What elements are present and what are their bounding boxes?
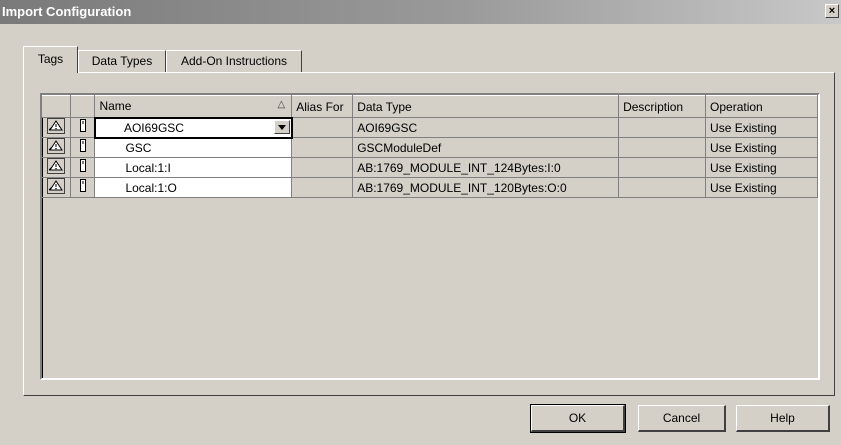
- sort-ascending-icon: △: [277, 99, 286, 111]
- row-type-cell: [70, 157, 96, 178]
- close-icon: ×: [828, 5, 836, 17]
- name-cell[interactable]: AOI69GSC: [93, 116, 293, 139]
- close-button[interactable]: ×: [825, 4, 839, 18]
- tag-icon: [78, 138, 88, 157]
- alias-for-cell[interactable]: [291, 137, 354, 158]
- table-row[interactable]: Local:1:I AB:1769_MODULE_INT_124Bytes:I:0…: [42, 157, 818, 178]
- description-cell[interactable]: [618, 177, 707, 198]
- col-header-name[interactable]: Name △: [94, 95, 293, 118]
- col-header-description[interactable]: Description: [618, 95, 707, 118]
- alias-for-cell[interactable]: [291, 157, 354, 178]
- name-cell[interactable]: Local:1:O: [94, 177, 293, 198]
- col-header-alias-for[interactable]: Alias For: [291, 95, 354, 118]
- row-type-cell: [70, 177, 96, 198]
- row-status-cell: [42, 177, 72, 198]
- table-row[interactable]: AOI69GSC AOI69GSC Use Existing: [42, 116, 818, 139]
- operation-cell[interactable]: Use Existing: [705, 137, 818, 158]
- name-value: Local:1:I: [125, 160, 171, 175]
- tab-data-types[interactable]: Data Types: [78, 50, 166, 72]
- warning-link-icon: [47, 178, 66, 197]
- warning-link-icon: [47, 118, 66, 137]
- tab-add-on-instructions[interactable]: Add-On Instructions: [166, 50, 302, 72]
- description-cell[interactable]: [618, 117, 707, 138]
- description-cell[interactable]: [618, 157, 707, 178]
- tags-grid[interactable]: Name △ Alias For Data Type Description O…: [40, 93, 820, 380]
- help-button-label: Help: [770, 411, 795, 425]
- tab-tags[interactable]: Tags: [23, 46, 78, 73]
- row-type-cell: [70, 117, 96, 138]
- data-type-cell[interactable]: AB:1769_MODULE_INT_120Bytes:O:0: [352, 177, 620, 198]
- tag-icon: [78, 178, 88, 197]
- chevron-down-icon[interactable]: [273, 119, 290, 134]
- col-header-name-label: Name: [99, 99, 132, 114]
- ok-button[interactable]: OK: [530, 404, 626, 433]
- window-title: Import Configuration: [2, 4, 132, 19]
- row-status-cell: [42, 117, 72, 138]
- name-cell[interactable]: Local:1:I: [94, 157, 293, 178]
- alias-for-cell[interactable]: [291, 177, 354, 198]
- ok-button-label: OK: [568, 411, 587, 425]
- title-bar: Import Configuration ×: [0, 0, 841, 24]
- tags-table: Name △ Alias For Data Type Description O…: [42, 95, 818, 198]
- warning-link-icon: [47, 158, 66, 177]
- col-header-icon2: [70, 95, 96, 118]
- help-button[interactable]: Help: [736, 405, 830, 432]
- cancel-button-label: Cancel: [662, 411, 701, 425]
- cancel-button[interactable]: Cancel: [638, 405, 726, 432]
- warning-link-icon: [47, 138, 66, 157]
- alias-for-cell[interactable]: [291, 117, 354, 138]
- tag-icon: [78, 158, 88, 177]
- row-status-cell: [42, 157, 72, 178]
- data-type-cell[interactable]: AB:1769_MODULE_INT_124Bytes:I:0: [352, 157, 620, 178]
- name-value: GSC: [125, 140, 152, 155]
- col-header-icon: [42, 95, 72, 118]
- operation-cell[interactable]: Use Existing: [705, 157, 818, 178]
- table-row[interactable]: GSC GSCModuleDef Use Existing: [42, 137, 818, 158]
- tab-label: Add-On Instructions: [180, 54, 288, 68]
- name-cell[interactable]: GSC: [94, 137, 293, 158]
- table-row[interactable]: Local:1:O AB:1769_MODULE_INT_120Bytes:O:0…: [42, 177, 818, 198]
- data-type-cell[interactable]: AOI69GSC: [352, 117, 620, 138]
- operation-cell[interactable]: Use Existing: [705, 177, 818, 198]
- name-value: Local:1:O: [125, 180, 177, 195]
- col-header-data-type[interactable]: Data Type: [352, 95, 620, 118]
- tab-label: Data Types: [91, 54, 153, 68]
- description-cell[interactable]: [618, 137, 707, 158]
- name-value: AOI69GSC: [123, 120, 184, 135]
- tag-icon: [78, 118, 88, 137]
- data-type-cell[interactable]: GSCModuleDef: [352, 137, 620, 158]
- row-type-cell: [70, 137, 96, 158]
- row-status-cell: [42, 137, 72, 158]
- operation-cell[interactable]: Use Existing: [705, 117, 818, 138]
- col-header-operation[interactable]: Operation: [705, 95, 818, 118]
- tab-label: Tags: [37, 52, 64, 66]
